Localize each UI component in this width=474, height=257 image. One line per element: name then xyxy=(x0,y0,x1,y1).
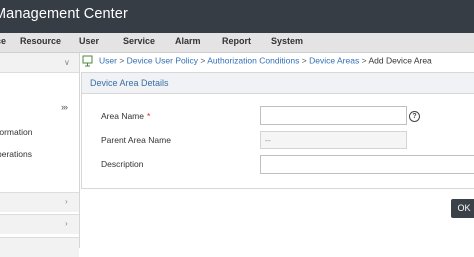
parent-area-name-field xyxy=(260,131,407,149)
sidebar-collapse-toggle[interactable]: ››› xyxy=(61,102,68,112)
menu-item-service-overview[interactable]: ce xyxy=(0,36,6,46)
breadcrumb-link-user[interactable]: User xyxy=(99,55,117,65)
sidebar-section-3[interactable] xyxy=(0,237,79,257)
chevron-right-icon: › xyxy=(65,197,68,206)
sidebar-item-information[interactable]: formation xyxy=(0,127,32,137)
title-bar: Management Center xyxy=(0,0,474,33)
menu-item-user[interactable]: User xyxy=(79,36,99,46)
breadcrumb: User > Device User Policy > Authorizatio… xyxy=(82,55,432,69)
breadcrumb-separator: > xyxy=(200,55,206,66)
description-label: Description xyxy=(101,159,144,169)
panel-header: Device Area Details xyxy=(82,73,474,94)
description-input[interactable] xyxy=(260,155,474,174)
chevron-down-icon: ∨ xyxy=(64,58,70,67)
menu-item-service[interactable]: Service xyxy=(123,36,155,46)
area-name-input[interactable] xyxy=(260,106,407,125)
breadcrumb-separator: > xyxy=(361,55,367,66)
sidebar-section-1[interactable]: › xyxy=(0,192,79,212)
panel-title: Device Area Details xyxy=(90,78,169,88)
device-area-details-panel: Device Area Details Area Name * ? Parent … xyxy=(81,72,474,189)
sidebar-section-2[interactable]: › xyxy=(0,214,79,234)
app-title: Management Center xyxy=(0,6,128,22)
menu-item-report[interactable]: Report xyxy=(222,36,251,46)
breadcrumb-current: Add Device Area xyxy=(368,55,432,66)
menu-item-resource[interactable]: Resource xyxy=(20,36,61,46)
menu-item-system[interactable]: System xyxy=(271,36,303,46)
area-name-label-text: Area Name xyxy=(101,111,144,121)
breadcrumb-link-authorization-conditions[interactable]: Authorization Conditions xyxy=(207,55,299,65)
breadcrumb-link-device-areas[interactable]: Device Areas xyxy=(309,55,359,65)
help-icon[interactable]: ? xyxy=(409,111,420,122)
sidebar: ∨ ››› formation perations › › xyxy=(0,53,80,257)
chevron-right-icon: › xyxy=(65,219,68,228)
breadcrumb-separator: > xyxy=(119,55,125,66)
breadcrumb-location-icon xyxy=(82,55,93,67)
breadcrumb-link-device-user-policy[interactable]: Device User Policy xyxy=(127,55,198,65)
menu-item-alarm[interactable]: Alarm xyxy=(175,36,201,46)
parent-area-name-label: Parent Area Name xyxy=(101,135,171,145)
required-mark: * xyxy=(147,111,151,121)
breadcrumb-separator: > xyxy=(301,55,307,66)
sidebar-item-operations[interactable]: perations xyxy=(0,149,32,159)
main-menu-bar: ce Resource User Service Alarm Report Sy… xyxy=(0,33,474,53)
area-name-label: Area Name * xyxy=(101,111,150,121)
sidebar-header[interactable]: ∨ xyxy=(0,53,79,73)
ok-button[interactable]: OK xyxy=(451,199,474,218)
